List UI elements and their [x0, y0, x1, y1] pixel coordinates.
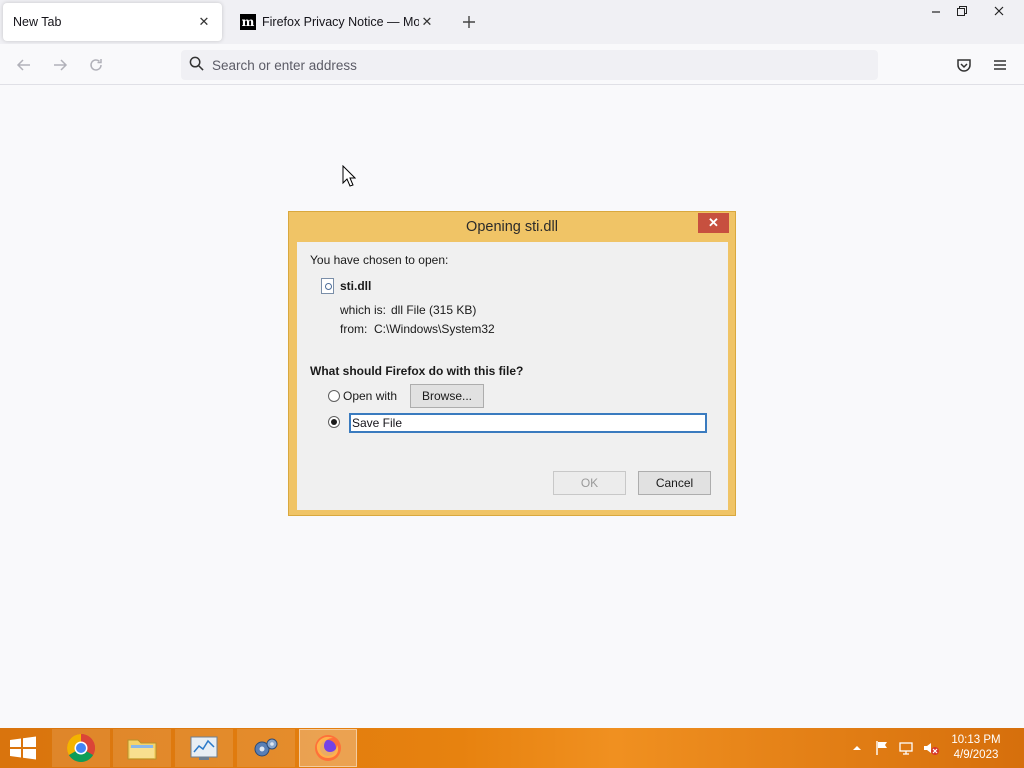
file-source-value: C:\Windows\System32	[374, 322, 495, 336]
clock-time: 10:13 PM	[951, 734, 1001, 746]
from-label: from:	[340, 322, 368, 336]
folder-icon	[127, 739, 157, 760]
cancel-button[interactable]: Cancel	[638, 471, 711, 495]
taskbar-firefox[interactable]	[299, 729, 357, 767]
task-manager-icon	[190, 736, 218, 760]
firefox-icon	[315, 735, 341, 761]
dialog-close-icon[interactable]: ✕	[698, 213, 729, 233]
back-arrow-icon[interactable]	[13, 54, 35, 76]
opening-file-dialog: Opening sti.dll ✕ You have chosen to ope…	[288, 211, 736, 516]
open-with-radio[interactable]	[328, 390, 340, 402]
tab-strip: New Tab ✕ m Firefox Privacy Notice — Moz…	[0, 0, 1024, 44]
mozilla-favicon-icon: m	[240, 14, 256, 30]
tab-label: Firefox Privacy Notice — Mozilla	[262, 15, 419, 29]
mouse-cursor-icon	[342, 164, 357, 190]
close-window-icon[interactable]	[982, 0, 1016, 22]
reload-icon[interactable]	[85, 54, 107, 76]
restore-icon[interactable]	[945, 0, 979, 22]
taskbar-file-explorer[interactable]	[113, 729, 171, 767]
tab-new-tab[interactable]: New Tab ✕	[3, 3, 222, 41]
taskbar-chrome[interactable]	[52, 729, 110, 767]
address-input[interactable]	[212, 57, 812, 73]
volume-muted-icon[interactable]	[922, 728, 940, 768]
show-hidden-icons-arrow[interactable]	[852, 728, 862, 768]
dll-file-icon	[321, 278, 334, 294]
settings-gears-icon	[254, 738, 278, 757]
navigation-toolbar	[0, 44, 1024, 85]
windows-start-icon[interactable]	[8, 736, 38, 760]
windows-taskbar: 10:13 PM 4/9/2023	[0, 728, 1024, 768]
browse-button[interactable]: Browse...	[410, 384, 484, 408]
new-tab-plus-icon[interactable]	[459, 12, 479, 32]
which-is-label: which is:	[340, 303, 387, 317]
dialog-title: Opening sti.dll	[466, 219, 558, 235]
action-question: What should Firefox do with this file?	[310, 364, 524, 378]
tab-label: New Tab	[13, 15, 62, 29]
dialog-body: You have chosen to open: sti.dll which i…	[297, 242, 728, 510]
taskbar-task-manager[interactable]	[175, 729, 233, 767]
taskbar-clock[interactable]: 10:13 PM 4/9/2023	[946, 733, 1006, 763]
open-with-label[interactable]: Open with	[343, 389, 397, 403]
save-file-option[interactable]: Save File	[349, 413, 707, 433]
ok-button[interactable]: OK	[553, 471, 626, 495]
dialog-intro-text: You have chosen to open:	[310, 253, 449, 267]
tab-privacy-notice[interactable]: m Firefox Privacy Notice — Mozilla ✕	[230, 3, 445, 41]
clock-date: 4/9/2023	[953, 749, 999, 761]
file-type-value: dll File (315 KB)	[391, 303, 477, 317]
search-icon	[189, 56, 204, 74]
chrome-icon	[67, 734, 95, 762]
address-bar[interactable]	[181, 50, 878, 80]
pocket-icon[interactable]	[953, 54, 975, 76]
close-tab-icon[interactable]: ✕	[419, 14, 435, 30]
forward-arrow-icon[interactable]	[49, 54, 71, 76]
save-file-radio[interactable]	[328, 416, 340, 428]
file-name: sti.dll	[340, 279, 372, 293]
close-tab-icon[interactable]: ✕	[196, 14, 212, 30]
action-center-flag-icon[interactable]	[874, 728, 890, 768]
menu-hamburger-icon[interactable]	[989, 54, 1011, 76]
network-icon[interactable]	[898, 728, 914, 768]
taskbar-settings[interactable]	[237, 729, 295, 767]
